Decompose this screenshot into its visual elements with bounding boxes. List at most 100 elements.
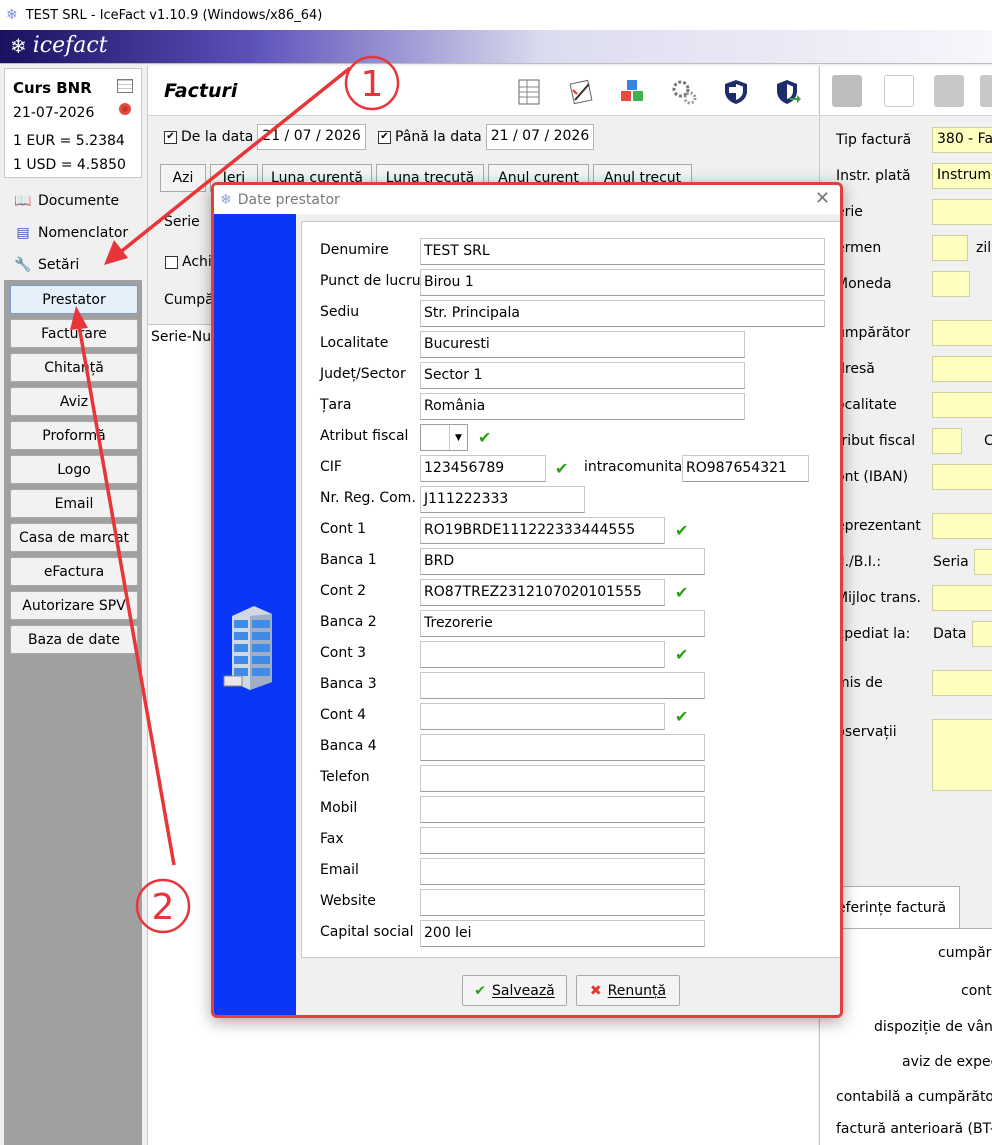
- cont-iban-field[interactable]: [932, 464, 992, 490]
- nav-setari[interactable]: 🔧 Setări: [4, 250, 142, 280]
- mijloc-trans-field[interactable]: [932, 585, 992, 611]
- x-icon: ✖: [589, 982, 602, 999]
- from-date-checkbox[interactable]: ✔: [164, 130, 177, 144]
- prestator-form: Denumire TEST SRL Punct de lucru Birou 1…: [301, 221, 840, 958]
- gears-icon[interactable]: [670, 78, 698, 106]
- field-row-cif: CIF 123456789 ✔ intracomunitar RO9876543…: [302, 455, 840, 483]
- save-button[interactable]: ✔ Salvează: [462, 975, 567, 1006]
- capital-social-input[interactable]: 200 lei: [420, 920, 705, 947]
- to-date-input[interactable]: 21 / 07 / 2026: [485, 124, 595, 150]
- banca-1-input[interactable]: BRD: [420, 548, 705, 575]
- sediu-input[interactable]: Str. Principala: [420, 300, 825, 327]
- banca-4-input[interactable]: [420, 734, 705, 761]
- localitate-field-right[interactable]: [932, 392, 992, 418]
- app-logo: ❄ icefact: [10, 33, 108, 58]
- from-date-row: ✔ De la data 21 / 07 / 2026: [164, 124, 366, 150]
- print-icon[interactable]: [832, 75, 862, 107]
- tara-input[interactable]: România: [420, 393, 745, 420]
- settings-email-button[interactable]: Email: [10, 489, 138, 518]
- settings-efactura-button[interactable]: eFactura: [10, 557, 138, 586]
- tip-factura-field[interactable]: 380 - Fac: [932, 127, 992, 153]
- cont-3-input[interactable]: [420, 641, 665, 668]
- termen-field[interactable]: [932, 235, 968, 261]
- edit-document-icon[interactable]: [567, 78, 595, 106]
- judet-input[interactable]: Sector 1: [420, 362, 745, 389]
- nr-reg-com-input[interactable]: J111222333: [420, 486, 585, 513]
- cubes-icon[interactable]: [618, 78, 646, 106]
- security-shield-icon[interactable]: [722, 78, 750, 106]
- serie-field[interactable]: [932, 199, 992, 225]
- reprezentant-field[interactable]: [932, 513, 992, 539]
- settings-casa-de-marcat-button[interactable]: Casa de marcat: [10, 523, 138, 552]
- mobil-input[interactable]: [420, 796, 705, 823]
- nr-reg-com-label: Nr. Reg. Com.: [320, 490, 416, 506]
- from-date-input[interactable]: 21 / 07 / 2026: [257, 124, 366, 150]
- intracomunitar-input[interactable]: RO987654321: [682, 455, 809, 482]
- cif-label: CIF: [320, 459, 342, 475]
- cancel-button[interactable]: ✖ Renunță: [576, 975, 680, 1006]
- settings-prestator-button[interactable]: Prestator: [10, 285, 138, 314]
- atribut-fiscal-label: Atribut fiscal: [320, 428, 409, 444]
- fax-input[interactable]: [420, 827, 705, 854]
- settings-logo-button[interactable]: Logo: [10, 455, 138, 484]
- adresa-field[interactable]: [932, 356, 992, 382]
- cont-1-input[interactable]: RO19BRDE111222333444555: [420, 517, 665, 544]
- spreadsheet-icon[interactable]: [515, 78, 543, 106]
- settings-chitanta-button[interactable]: Chitanță: [10, 353, 138, 382]
- shield-export-icon[interactable]: [774, 78, 802, 106]
- cumparator-field[interactable]: [932, 320, 992, 346]
- cont-4-input[interactable]: [420, 703, 665, 730]
- settings-aviz-button[interactable]: Aviz: [10, 387, 138, 416]
- column-header-serie-nr[interactable]: Serie-Nu: [151, 329, 211, 345]
- banca-2-input[interactable]: Trezorerie: [420, 610, 705, 637]
- field-row-judet: Județ/Sector Sector 1: [302, 362, 840, 390]
- banca-1-label: Banca 1: [320, 552, 377, 568]
- logo-snowflake-icon: ❄: [10, 33, 27, 58]
- to-date-checkbox[interactable]: ✔: [378, 130, 391, 144]
- website-input[interactable]: [420, 889, 705, 916]
- seria-field[interactable]: [974, 549, 992, 575]
- close-icon[interactable]: ✕: [815, 188, 830, 209]
- atribut-fiscal-select[interactable]: ▼: [420, 424, 468, 451]
- new-document-icon[interactable]: [884, 75, 914, 107]
- observatii-field[interactable]: [932, 719, 992, 791]
- achitat-checkbox[interactable]: [165, 256, 178, 269]
- expediat-data-field[interactable]: [972, 621, 992, 647]
- more-icon[interactable]: [980, 75, 992, 107]
- banca-3-input[interactable]: [420, 672, 705, 699]
- cont-2-input[interactable]: RO87TREZ2312107020101555: [420, 579, 665, 606]
- email-input[interactable]: [420, 858, 705, 885]
- instr-plata-field[interactable]: Instrume: [932, 163, 992, 189]
- period-azi-button[interactable]: Azi: [160, 164, 206, 192]
- copy-icon[interactable]: [934, 75, 964, 107]
- cif-input[interactable]: 123456789: [420, 455, 546, 482]
- settings-autorizare-spv-button[interactable]: Autorizare SPV: [10, 591, 138, 620]
- localitate-input[interactable]: Bucuresti: [420, 331, 745, 358]
- cumparator-label: Cumpă: [164, 292, 214, 308]
- calendar-icon[interactable]: [117, 79, 133, 93]
- tip-factura-label: Tip factură: [836, 132, 912, 148]
- refresh-rates-icon[interactable]: [119, 103, 131, 115]
- telefon-input[interactable]: [420, 765, 705, 792]
- serie-label: Serie: [164, 214, 200, 230]
- sidebar: Curs BNR 21-07-2026 1 EUR = 5.2384 1 USD…: [0, 66, 143, 1145]
- field-row-telefon: Telefon: [302, 765, 840, 793]
- valid-check-icon: ✔: [675, 521, 689, 540]
- field-row-banca-3: Banca 3: [302, 672, 840, 700]
- denumire-input[interactable]: TEST SRL: [420, 238, 825, 265]
- settings-facturare-button[interactable]: Facturare: [10, 319, 138, 348]
- ref-line: aviz de exped: [902, 1054, 992, 1070]
- nav-documente[interactable]: 📖 Documente: [4, 186, 142, 216]
- field-row-fax: Fax: [302, 827, 840, 855]
- field-row-sediu: Sediu Str. Principala: [302, 300, 840, 328]
- cont-iban-label: ont (IBAN): [836, 469, 909, 485]
- emis-de-field[interactable]: [932, 670, 992, 696]
- settings-baza-de-date-button[interactable]: Baza de date: [10, 625, 138, 654]
- moneda-field[interactable]: [932, 271, 970, 297]
- settings-proforma-button[interactable]: Proformă: [10, 421, 138, 450]
- nav-nomenclator[interactable]: ▤ Nomenclator: [4, 218, 142, 248]
- chevron-down-icon[interactable]: ▼: [449, 425, 467, 450]
- punct-de-lucru-input[interactable]: Birou 1: [420, 269, 825, 296]
- atribut-fiscal-field-right[interactable]: [932, 428, 962, 454]
- dialog-titlebar: ❄ Date prestator: [214, 185, 840, 214]
